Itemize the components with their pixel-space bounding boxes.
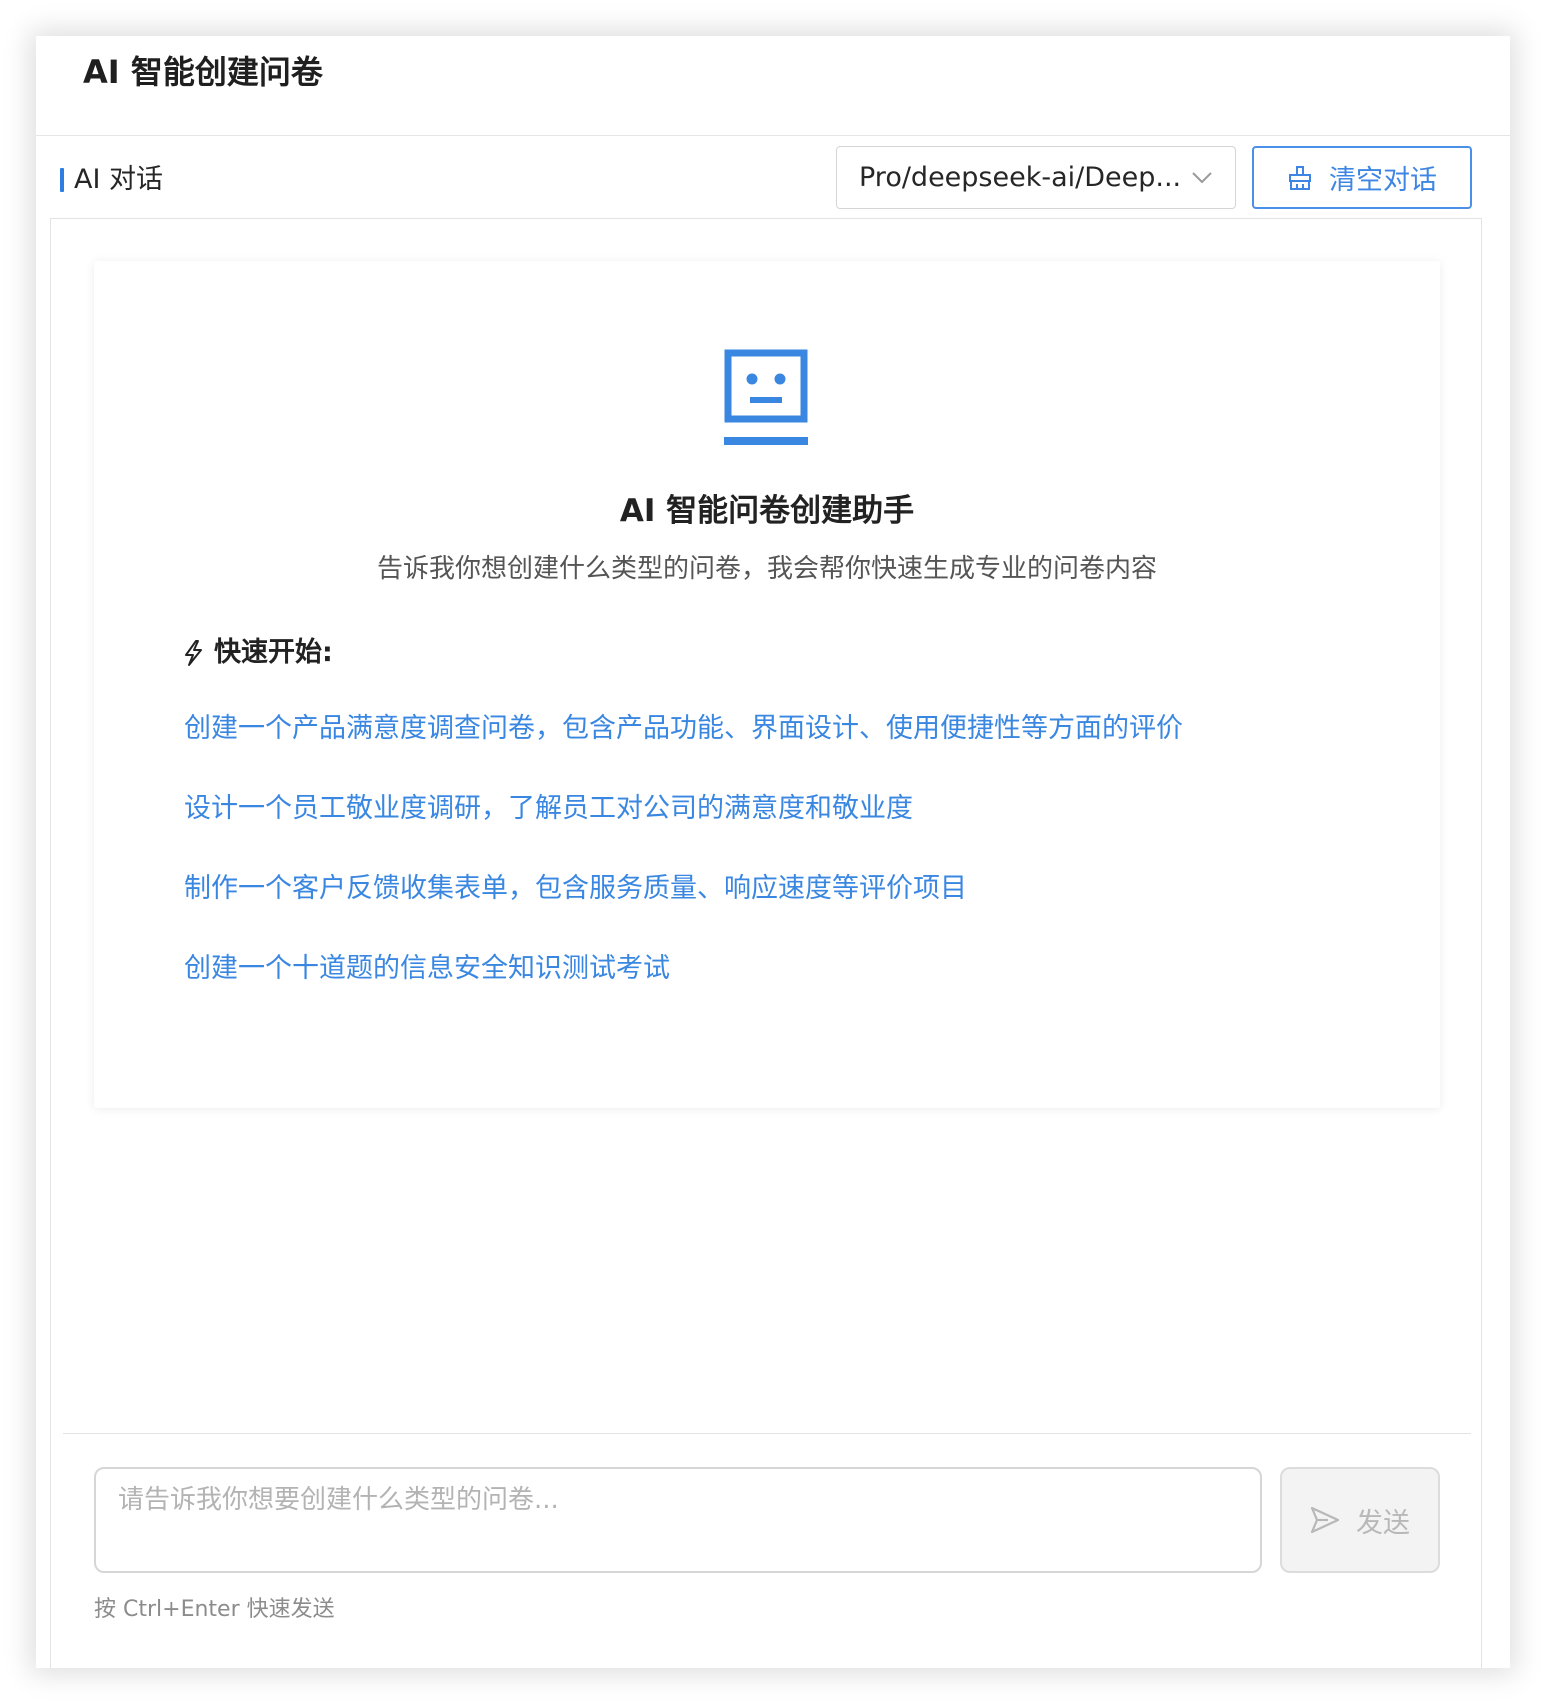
page-title: AI 智能创建问卷: [83, 53, 323, 91]
section-label: AI 对话: [60, 164, 163, 196]
chevron-down-icon: [1192, 171, 1212, 183]
send-button-label: 发送: [1356, 1507, 1410, 1539]
page-header: AI 智能创建问卷: [36, 36, 1510, 136]
clear-chat-button[interactable]: 清空对话: [1252, 146, 1472, 209]
message-input-box: [94, 1467, 1262, 1573]
welcome-card: AI 智能问卷创建助手 告诉我你想创建什么类型的问卷，我会帮你快速生成专业的问卷…: [94, 261, 1440, 1108]
quick-start-heading: 快速开始:: [182, 635, 333, 671]
lightning-icon: [185, 640, 202, 666]
quick-start-label: 快速开始:: [214, 637, 333, 668]
send-button[interactable]: 发送: [1280, 1467, 1440, 1573]
model-select-value: Pro/deepseek-ai/Deep...: [859, 162, 1182, 193]
message-input[interactable]: [118, 1483, 1238, 1557]
suggestion-product-satisfaction[interactable]: 创建一个产品满意度调查问卷，包含产品功能、界面设计、使用便捷性等方面的评价: [184, 711, 1183, 747]
chat-toolbar: AI 对话 Pro/deepseek-ai/Deep... 清空对话: [36, 136, 1510, 218]
send-icon: [1310, 1506, 1340, 1534]
chat-panel: AI 智能问卷创建助手 告诉我你想创建什么类型的问卷，我会帮你快速生成专业的问卷…: [50, 218, 1482, 1668]
shortcut-hint: 按 Ctrl+Enter 快速发送: [94, 1597, 335, 1622]
robot-icon: [724, 349, 808, 445]
clear-chat-button-label: 清空对话: [1329, 165, 1437, 196]
model-select[interactable]: Pro/deepseek-ai/Deep...: [836, 146, 1236, 209]
section-label-text: AI 对话: [74, 164, 164, 195]
suggestion-customer-feedback[interactable]: 制作一个客户反馈收集表单，包含服务质量、响应速度等评价项目: [184, 871, 967, 907]
suggestion-employee-engagement[interactable]: 设计一个员工敬业度调研，了解员工对公司的满意度和敬业度: [184, 791, 913, 827]
welcome-title: AI 智能问卷创建助手: [619, 493, 915, 529]
suggestion-security-quiz[interactable]: 创建一个十道题的信息安全知识测试考试: [184, 951, 670, 987]
composer-divider: [63, 1433, 1471, 1434]
welcome-subtitle: 告诉我你想创建什么类型的问卷，我会帮你快速生成专业的问卷内容: [376, 554, 1157, 584]
broom-icon: [1289, 165, 1311, 190]
app-window: AI 智能创建问卷 AI 对话 Pro/deepseek-ai/Deep... …: [36, 36, 1510, 1668]
accent-bar: [60, 168, 64, 192]
